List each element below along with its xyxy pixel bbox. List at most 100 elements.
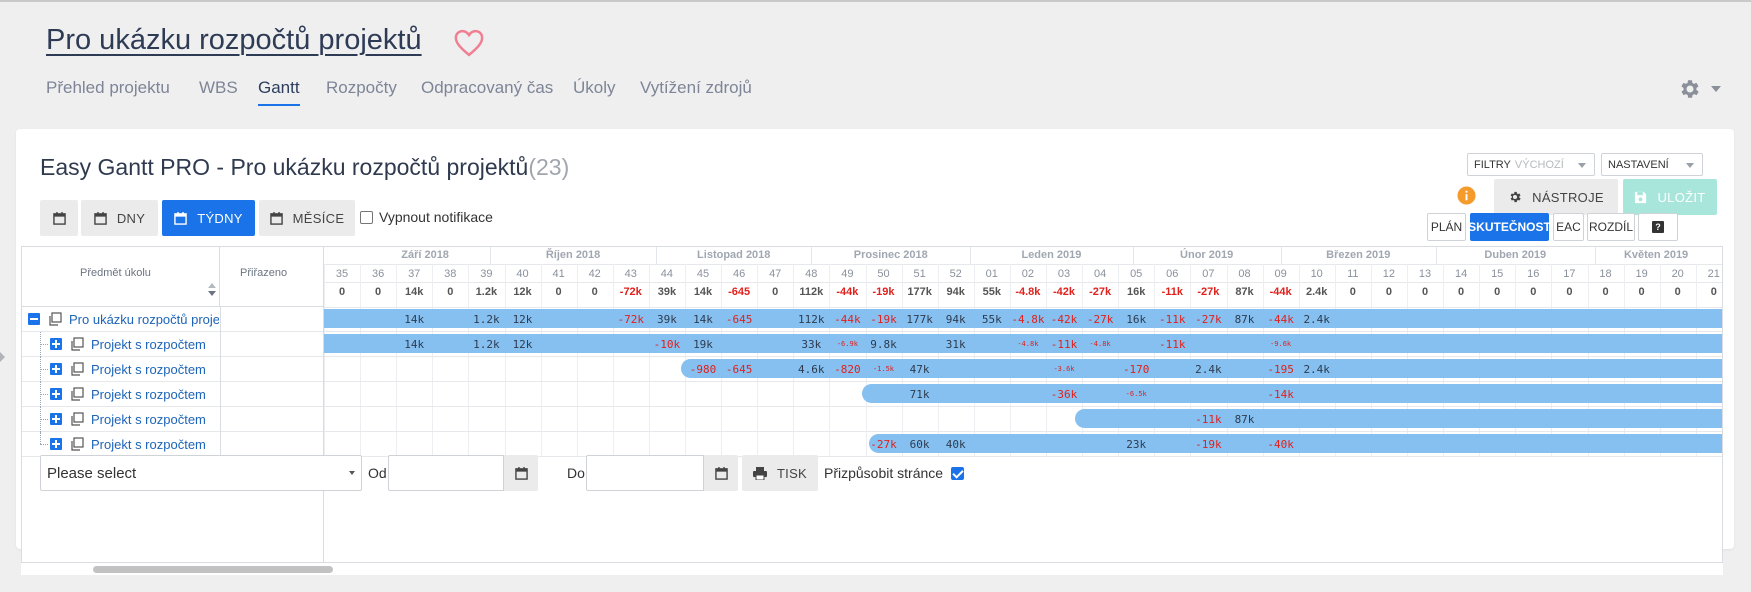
expand-icon[interactable] xyxy=(50,413,62,425)
tab-time-spent[interactable]: Odpracovaný čas xyxy=(421,78,553,98)
task-name-link[interactable]: Projekt s rozpočtem xyxy=(91,387,219,402)
notifications-toggle[interactable]: Vypnout notifikace xyxy=(360,209,493,225)
mode-eac-button[interactable]: EAC xyxy=(1553,213,1584,241)
week-total: 177k xyxy=(907,286,932,298)
notifications-checkbox[interactable] xyxy=(360,210,373,224)
task-name-link[interactable]: Projekt s rozpočtem xyxy=(91,362,219,377)
month-separator xyxy=(970,247,972,264)
month-separator xyxy=(1132,247,1134,264)
column-header-assigned-label: Přiřazeno xyxy=(240,267,288,279)
save-label: ULOŽIT xyxy=(1657,189,1706,205)
task-name-link[interactable]: Projekt s rozpočtem xyxy=(91,337,219,352)
assigned-cell xyxy=(220,432,324,457)
tab-tasks[interactable]: Úkoly xyxy=(573,78,616,98)
zoom-days-button[interactable]: DNY xyxy=(81,200,158,236)
grid-row-line xyxy=(324,282,1722,283)
save-button[interactable]: ULOŽIT xyxy=(1623,179,1717,215)
month-label: Leden 2019 xyxy=(1021,249,1082,261)
settings-dropdown-caret[interactable] xyxy=(1711,86,1721,92)
chevron-down-icon xyxy=(1578,163,1586,168)
period-select-placeholder: Please select xyxy=(47,464,137,482)
filters-select[interactable]: FILTRY VÝCHOZÍ xyxy=(1467,153,1595,176)
subproject-row[interactable]: Projekt s rozpočtem xyxy=(22,432,324,457)
gantt-card: Easy Gantt PRO - Pro ukázku rozpočtů pro… xyxy=(16,129,1734,575)
week-cost-value: 14k xyxy=(404,338,425,351)
mode-actual-button[interactable]: SKUTEČNOST xyxy=(1468,213,1551,241)
week-total: 0 xyxy=(375,286,382,298)
tab-gantt[interactable]: Gantt xyxy=(258,78,300,106)
tab-wbs[interactable]: WBS xyxy=(199,78,238,98)
week-cost-value: -36k xyxy=(1050,388,1078,401)
zoom-weeks-button[interactable]: TÝDNY xyxy=(162,200,255,236)
sidebar-expand-arrow[interactable] xyxy=(0,352,5,362)
subproject-row[interactable]: Projekt s rozpočtem xyxy=(22,382,324,407)
tools-button[interactable]: NÁSTROJE xyxy=(1494,179,1618,215)
week-cost-value: 2.4k xyxy=(1303,363,1330,376)
to-date-input[interactable] xyxy=(586,455,704,491)
tree-connector xyxy=(40,432,41,444)
week-number: 41 xyxy=(552,268,565,280)
column-header-subject[interactable]: Předmět úkolu xyxy=(22,247,220,307)
month-label: Květen 2019 xyxy=(1623,249,1689,261)
week-number: 37 xyxy=(408,268,421,280)
calendar-icon xyxy=(714,466,728,480)
task-name-link[interactable]: Projekt s rozpočtem xyxy=(91,412,219,427)
expand-icon[interactable] xyxy=(50,338,62,350)
project-row[interactable]: Pro ukázku rozpočtů projektů xyxy=(22,307,324,332)
collapse-icon[interactable] xyxy=(28,313,40,325)
week-cost-value: 1.2k xyxy=(473,313,500,326)
tab-project-overview[interactable]: Přehled projektu xyxy=(46,78,170,98)
to-date-picker-button[interactable] xyxy=(704,455,738,491)
task-name-link[interactable]: Pro ukázku rozpočtů projektů xyxy=(69,312,219,327)
fit-to-page-toggle[interactable]: Přizpůsobit stránce xyxy=(824,465,965,481)
subproject-row[interactable]: Projekt s rozpočtem xyxy=(22,407,324,432)
week-total: 0 xyxy=(1385,286,1392,298)
fit-to-page-checkbox[interactable] xyxy=(951,466,965,480)
week-total: -645 xyxy=(728,286,751,298)
from-date-input[interactable] xyxy=(388,455,504,491)
zoom-months-button[interactable]: MĚSÍCE xyxy=(259,200,355,236)
mode-plan-button[interactable]: PLÁN xyxy=(1427,213,1466,241)
scrollbar-thumb[interactable] xyxy=(93,566,333,573)
chevron-down-icon xyxy=(349,471,355,475)
period-select[interactable]: Please select xyxy=(40,455,362,491)
tab-budgets[interactable]: Rozpočty xyxy=(326,78,397,98)
tab-resource-load[interactable]: Vytížení zdrojů xyxy=(640,78,752,98)
calendar-icon xyxy=(52,211,66,225)
heart-icon[interactable] xyxy=(454,29,484,57)
copy-icon[interactable] xyxy=(70,437,84,451)
project-title[interactable]: Pro ukázku rozpočtů projektů xyxy=(46,24,422,57)
week-number: 47 xyxy=(769,268,782,280)
week-cost-value: -820 xyxy=(834,363,861,376)
task-name-link[interactable]: Projekt s rozpočtem xyxy=(91,437,219,452)
week-total: 14k xyxy=(693,286,713,298)
from-date-picker-button[interactable] xyxy=(504,455,538,491)
copy-icon[interactable] xyxy=(70,362,84,376)
subproject-row[interactable]: Projekt s rozpočtem xyxy=(22,357,324,382)
week-cost-value: -44k xyxy=(834,313,861,326)
gear-icon[interactable] xyxy=(1678,77,1702,101)
month-label: Listopad 2018 xyxy=(697,249,771,261)
column-header-assigned[interactable]: Přiřazeno xyxy=(220,247,324,307)
copy-icon[interactable] xyxy=(48,312,62,326)
mode-difference-button[interactable]: ROZDÍL xyxy=(1587,213,1635,241)
subproject-row[interactable]: Projekt s rozpočtem xyxy=(22,332,324,357)
copy-icon[interactable] xyxy=(70,387,84,401)
week-cost-value: -10k xyxy=(653,338,681,351)
expand-icon[interactable] xyxy=(50,388,62,400)
horizontal-scrollbar[interactable] xyxy=(21,563,1723,575)
help-button[interactable]: ? xyxy=(1638,213,1678,241)
copy-icon[interactable] xyxy=(70,412,84,426)
copy-icon[interactable] xyxy=(70,337,84,351)
today-button[interactable] xyxy=(40,200,78,236)
sort-icon[interactable] xyxy=(208,283,216,296)
zoom-weeks-label: TÝDNY xyxy=(197,210,243,226)
expand-icon[interactable] xyxy=(50,438,62,450)
task-bar[interactable] xyxy=(1074,409,1722,428)
expand-icon[interactable] xyxy=(50,363,62,375)
task-list-pane: Předmět úkolu Přiřazeno Pro ukázku rozpo… xyxy=(21,246,324,563)
settings-select[interactable]: NASTAVENÍ xyxy=(1601,153,1703,176)
print-button[interactable]: TISK xyxy=(742,455,818,491)
settings-select-label: NASTAVENÍ xyxy=(1608,158,1669,171)
info-icon[interactable] xyxy=(1457,186,1476,205)
